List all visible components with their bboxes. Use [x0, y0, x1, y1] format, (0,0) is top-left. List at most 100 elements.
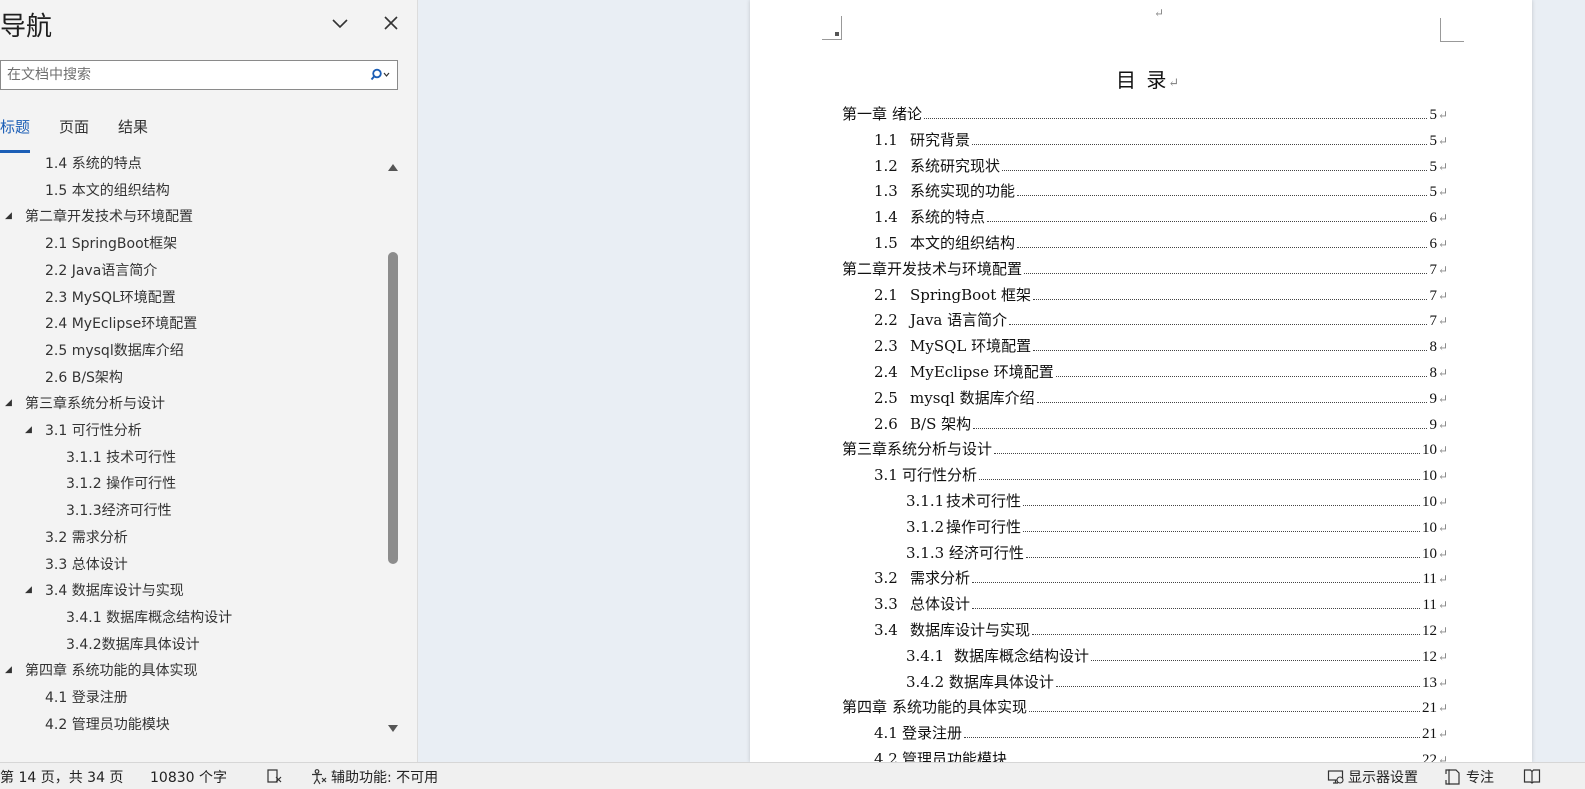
toc-entry[interactable]: 2.3 MySQL 环境配置 8 ↵	[874, 335, 1448, 357]
toc-entry-number: 2.3	[874, 337, 898, 356]
tab-headings[interactable]: 标题	[0, 110, 31, 153]
toc-entry[interactable]: 1.5 本文的组织结构 6 ↵	[874, 232, 1448, 254]
toc-entry[interactable]: 4.2 管理员功能模块 22 ↵	[874, 748, 1448, 762]
collapse-triangle-icon[interactable]: ◢	[25, 585, 35, 595]
toc-entry[interactable]: 2.4 MyEclipse 环境配置 8 ↵	[874, 361, 1448, 383]
paragraph-mark: ↵	[1437, 520, 1448, 535]
toc-entry-page: 10	[1421, 545, 1437, 562]
toc-entry[interactable]: 1.2 系统研究现状 5 ↵	[874, 155, 1448, 177]
word-count[interactable]: 10830 个字	[150, 767, 227, 787]
toc-entry-number: 第一章	[842, 105, 888, 123]
toc-entry-text: 管理员功能模块	[902, 750, 1008, 762]
tab-pages[interactable]: 页面	[59, 110, 89, 148]
accessibility-button[interactable]: 辅助功能: 不可用	[310, 767, 438, 787]
toc-entry[interactable]: 1.3 系统实现的功能 5 ↵	[874, 180, 1448, 202]
toc-leader-dots	[1036, 401, 1428, 403]
toc-entry-number: 2.4	[874, 363, 898, 381]
tree-item[interactable]: 3.1.3经济可行性	[0, 497, 380, 523]
toc-entry[interactable]: 3.1.1 技术可行性 10 ↵	[906, 490, 1448, 512]
page-count-text: 第 14 页，共 34 页	[0, 770, 124, 786]
toc-entry-number: 2.2	[874, 311, 898, 330]
page-count[interactable]: 第 14 页，共 34 页	[0, 767, 123, 787]
toc-entry[interactable]: 3.1.3 经济可行性 10 ↵	[906, 542, 1448, 564]
tree-item[interactable]: 3.2 需求分析	[0, 524, 380, 550]
collapse-triangle-icon[interactable]: ◢	[25, 425, 35, 435]
collapse-triangle-icon[interactable]: ◢	[5, 211, 15, 221]
tree-item[interactable]: 4.1 登录注册	[0, 684, 380, 710]
document-page[interactable]: ↵ 目 录↵ 第一章 绪论 5 ↵ 1.1 研究背景 5 ↵ 1.2 系统研究现状 5 ↵ 1.3 系统…	[750, 0, 1532, 762]
toc-entry[interactable]: 第一章 绪论 5 ↵	[842, 103, 1448, 125]
margin-corner-mark	[822, 16, 842, 40]
nav-close-icon[interactable]	[378, 10, 404, 36]
toc-entry[interactable]: 第四章 系统功能的具体实现 21 ↵	[842, 696, 1448, 718]
focus-mode-icon	[1445, 769, 1460, 785]
collapse-triangle-icon[interactable]: ◢	[5, 665, 15, 675]
toc-entry[interactable]: 2.1 SpringBoot 框架 7 ↵	[874, 284, 1448, 306]
toc-leader-dots	[1023, 505, 1420, 506]
tree-item[interactable]: 3.1.2 操作可行性	[0, 470, 380, 496]
tab-results[interactable]: 结果	[118, 110, 148, 148]
toc-entry-text: 需求分析	[910, 569, 971, 588]
toc-entry[interactable]: 3.1 可行性分析 10 ↵	[874, 464, 1448, 486]
paragraph-mark: ↵	[1437, 185, 1448, 200]
paragraph-mark: ↵	[1437, 546, 1448, 561]
read-mode-button[interactable]	[1523, 767, 1544, 785]
toc-entry-text: 研究背景	[910, 130, 971, 149]
toc-entry[interactable]: 2.6 B/S 架构 9 ↵	[874, 413, 1448, 435]
toc-entry[interactable]: 第二章开发技术与环境配置 7 ↵	[842, 258, 1448, 280]
tree-item[interactable]: ◢ 第四章 系统功能的具体实现	[0, 657, 380, 683]
tree-item[interactable]: 2.6 B/S架构	[0, 364, 380, 390]
tree-item[interactable]: ◢ 3.4 数据库设计与实现	[0, 577, 380, 603]
toc-entry[interactable]: 第三章系统分析与设计 10 ↵	[842, 438, 1448, 460]
proofing-book-icon	[267, 769, 282, 783]
proofing-button[interactable]	[265, 767, 286, 785]
tree-item[interactable]: 2.1 SpringBoot框架	[0, 230, 380, 256]
toc-entry-text: 第三章系统分析与设计	[842, 440, 993, 459]
toc-entry[interactable]: 3.1.2 操作可行性 10 ↵	[906, 516, 1448, 538]
tree-item[interactable]: 2.5 mysql数据库介绍	[0, 337, 380, 363]
toc-entry[interactable]: 1.1 研究背景 5 ↵	[874, 129, 1448, 151]
tree-item[interactable]: 2.3 MySQL环境配置	[0, 284, 380, 310]
nav-options-chevron-down-icon[interactable]	[327, 10, 353, 36]
paragraph-mark: ↵	[1437, 133, 1448, 148]
tree-item[interactable]: 3.3 总体设计	[0, 551, 380, 577]
tree-item[interactable]: 2.4 MyEclipse环境配置	[0, 310, 380, 336]
toc-entry[interactable]: 1.4 系统的特点 6 ↵	[874, 206, 1448, 228]
tree-item[interactable]: 1.5 本文的组织结构	[0, 177, 380, 203]
toc-entry[interactable]: 2.2 Java 语言简介 7 ↵	[874, 309, 1448, 331]
tree-item[interactable]: 3.1.1 技术可行性	[0, 444, 380, 470]
tree-item[interactable]: 1.4 系统的特点	[0, 150, 380, 176]
toc-entry-page: 6	[1429, 210, 1437, 227]
toc-entry-page: 5	[1429, 107, 1437, 123]
tree-item[interactable]: 3.4.2数据库具体设计	[0, 631, 380, 657]
toc-entry[interactable]: 3.2 需求分析 11 ↵	[874, 567, 1448, 589]
search-box	[0, 60, 398, 90]
tree-item[interactable]: 4.2 管理员功能模块	[0, 711, 380, 737]
tree-item[interactable]: ◢ 第二章开发技术与环境配置	[0, 203, 380, 229]
toc-entry[interactable]: 3.4 数据库设计与实现 12 ↵	[874, 619, 1448, 641]
collapse-triangle-icon[interactable]: ◢	[5, 398, 15, 408]
scroll-up-arrow-icon[interactable]	[387, 162, 399, 172]
tree-item[interactable]: ◢ 第三章系统分析与设计	[0, 390, 380, 416]
toc-entry[interactable]: 4.1 登录注册 21 ↵	[874, 722, 1448, 744]
tree-item[interactable]: 2.2 Java语言简介	[0, 257, 380, 283]
display-settings-button[interactable]: 显示器设置	[1327, 767, 1418, 787]
tree-item-label: 4.1 登录注册	[45, 690, 128, 706]
paragraph-mark: ↵	[1154, 6, 1165, 20]
search-options-button[interactable]	[363, 66, 393, 84]
scroll-thumb[interactable]	[388, 252, 398, 564]
tree-item[interactable]: ◢ 3.1 可行性分析	[0, 417, 380, 443]
search-input[interactable]	[7, 61, 357, 89]
tree-scrollbar[interactable]	[386, 158, 400, 742]
tree-item[interactable]: 3.4.1 数据库概念结构设计	[0, 604, 380, 630]
toc-entry-text: MyEclipse 环境配置	[910, 363, 1054, 381]
scroll-down-arrow-icon[interactable]	[387, 724, 399, 734]
focus-button[interactable]: 专注	[1445, 767, 1494, 787]
toc-leader-dots	[1023, 530, 1420, 532]
paragraph-mark: ↵	[1437, 340, 1448, 355]
toc-entry[interactable]: 3.4.2 数据库具体设计 13 ↵	[906, 671, 1448, 693]
paragraph-mark: ↵	[1437, 701, 1448, 716]
toc-entry[interactable]: 2.5 mysql 数据库介绍 9 ↵	[874, 387, 1448, 409]
toc-entry[interactable]: 3.4.1 数据库概念结构设计 12 ↵	[906, 645, 1448, 667]
toc-entry[interactable]: 3.3 总体设计 11 ↵	[874, 593, 1448, 615]
